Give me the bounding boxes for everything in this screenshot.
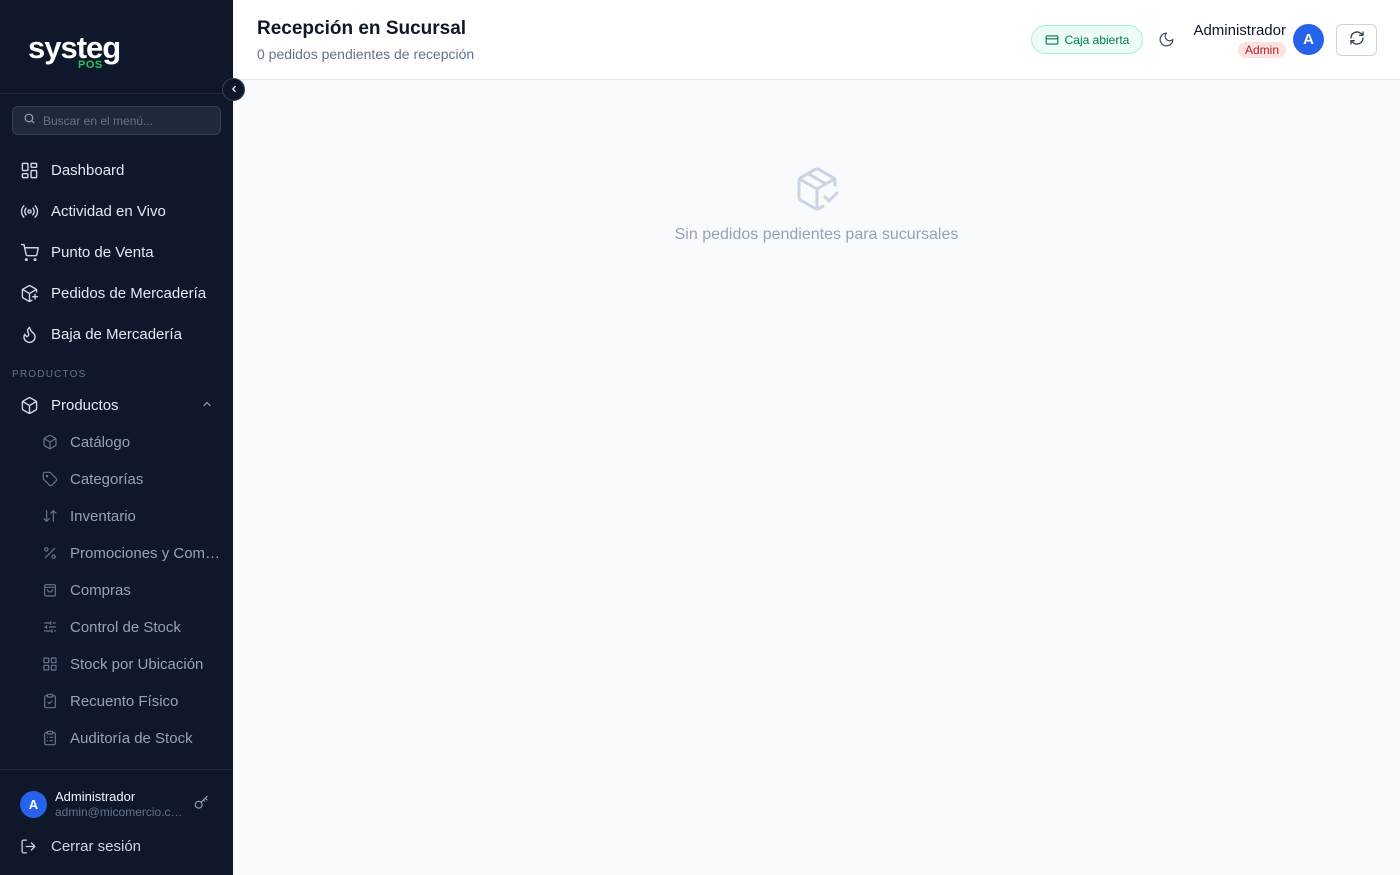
sidebar-subitem-label: Auditoría de Stock [70,729,193,747]
cart-icon [20,243,39,262]
box-icon [42,434,58,450]
sidebar-group-productos[interactable]: Productos [10,387,223,423]
package-check-icon [793,165,841,218]
header-avatar[interactable]: A [1293,24,1324,55]
percent-icon [42,545,58,561]
key-icon[interactable] [194,795,209,815]
menu-search[interactable] [12,106,221,135]
caja-status-badge[interactable]: Caja abierta [1031,25,1143,54]
shopping-bag-icon [42,582,58,598]
arrows-up-down-icon [42,508,58,524]
sidebar-subitem-label: Control de Stock [70,618,181,636]
clipboard-check-icon [42,693,58,709]
sidebar-item-pedidos[interactable]: Pedidos de Mercadería [10,275,223,311]
sidebar-item-label: Actividad en Vivo [51,202,166,220]
brand-name: systeg [28,30,121,65]
package-plus-icon [20,284,39,303]
box-icon [20,396,39,415]
empty-state: Sin pedidos pendientes para sucursales [233,165,1400,244]
tag-icon [42,471,58,487]
sidebar-subitem-auditoria[interactable]: Auditoría de Stock [42,721,222,755]
chevron-left-icon [229,81,239,99]
sidebar-item-label: Baja de Mercadería [51,325,182,343]
radio-icon [20,202,39,221]
sidebar-subitem-label: Promociones y Combos [70,544,222,562]
sidebar-subitem-promociones[interactable]: Promociones y Combos [42,536,222,570]
menu-search-input[interactable] [43,113,203,128]
sidebar: systeg POS Dashboard Actividad en Vivo P… [0,0,233,875]
refresh-icon [1349,30,1365,51]
grid-icon [42,656,58,672]
caja-status-label: Caja abierta [1064,32,1130,47]
sidebar-subitem-label: Catálogo [70,433,131,451]
sidebar-footer-divider [0,769,233,770]
logout-icon [20,838,37,855]
sidebar-subitem-label: Compras [70,581,131,599]
user-name: Administrador [55,788,136,804]
theme-toggle-moon-icon[interactable] [1158,31,1175,48]
role-badge: Admin [1237,42,1286,58]
sidebar-divider [0,93,233,94]
sidebar-subitem-label: Categorías [70,470,144,488]
sidebar-subitem-label: Recuento Físico [70,692,179,710]
avatar: A [20,790,47,818]
sidebar-item-label: Punto de Venta [51,243,154,261]
page-title: Recepción en Sucursal [257,18,467,39]
sidebar-group-label: Productos [51,396,119,414]
sidebar-item-punto-venta[interactable]: Punto de Venta [10,234,223,270]
section-label-productos: PRODUCTOS [12,369,87,380]
refresh-button[interactable] [1336,24,1377,56]
sidebar-subitem-recuento[interactable]: Recuento Físico [42,684,222,718]
top-header: Recepción en Sucursal 0 pedidos pendient… [233,0,1400,80]
sidebar-item-actividad[interactable]: Actividad en Vivo [10,193,223,229]
logout-button[interactable]: Cerrar sesión [20,834,141,858]
sidebar-subitem-label: Inventario [70,507,136,525]
sidebar-subitem-inventario[interactable]: Inventario [42,499,222,533]
sidebar-subitem-compras[interactable]: Compras [42,573,222,607]
header-user-info: Administrador Admin [1188,21,1286,59]
sidebar-item-dashboard[interactable]: Dashboard [10,152,223,188]
sliders-icon [42,619,58,635]
sidebar-subitem-control-stock[interactable]: Control de Stock [42,610,222,644]
chevron-up-icon [201,397,213,414]
search-icon [23,112,36,130]
sidebar-item-label: Dashboard [51,161,125,179]
flame-icon [20,325,39,344]
page-subtitle: 0 pedidos pendientes de recepción [257,46,475,62]
brand-sub: POS [78,59,103,71]
logout-label: Cerrar sesión [51,837,142,855]
credit-card-icon [1045,33,1059,47]
sidebar-subitem-catalogo[interactable]: Catálogo [42,425,222,459]
user-email: admin@micomercio.com [55,804,183,819]
layout-grid-icon [20,161,39,180]
sidebar-subitem-label: Stock por Ubicación [70,655,204,673]
sidebar-collapse-button[interactable] [222,78,245,101]
empty-state-text: Sin pedidos pendientes para sucursales [674,226,959,243]
clipboard-list-icon [42,730,58,746]
user-info: Administrador admin@micomercio.com [55,789,183,820]
header-user-name: Administrador [1193,22,1286,39]
sidebar-subitem-categorias[interactable]: Categorías [42,462,222,496]
sidebar-subitem-stock-ubicacion[interactable]: Stock por Ubicación [42,647,222,681]
brand-logo[interactable]: systeg POS [28,30,121,72]
sidebar-user[interactable]: A Administrador admin@micomercio.com [20,789,220,819]
sidebar-item-label: Pedidos de Mercadería [51,284,207,302]
sidebar-item-baja[interactable]: Baja de Mercadería [10,316,223,352]
